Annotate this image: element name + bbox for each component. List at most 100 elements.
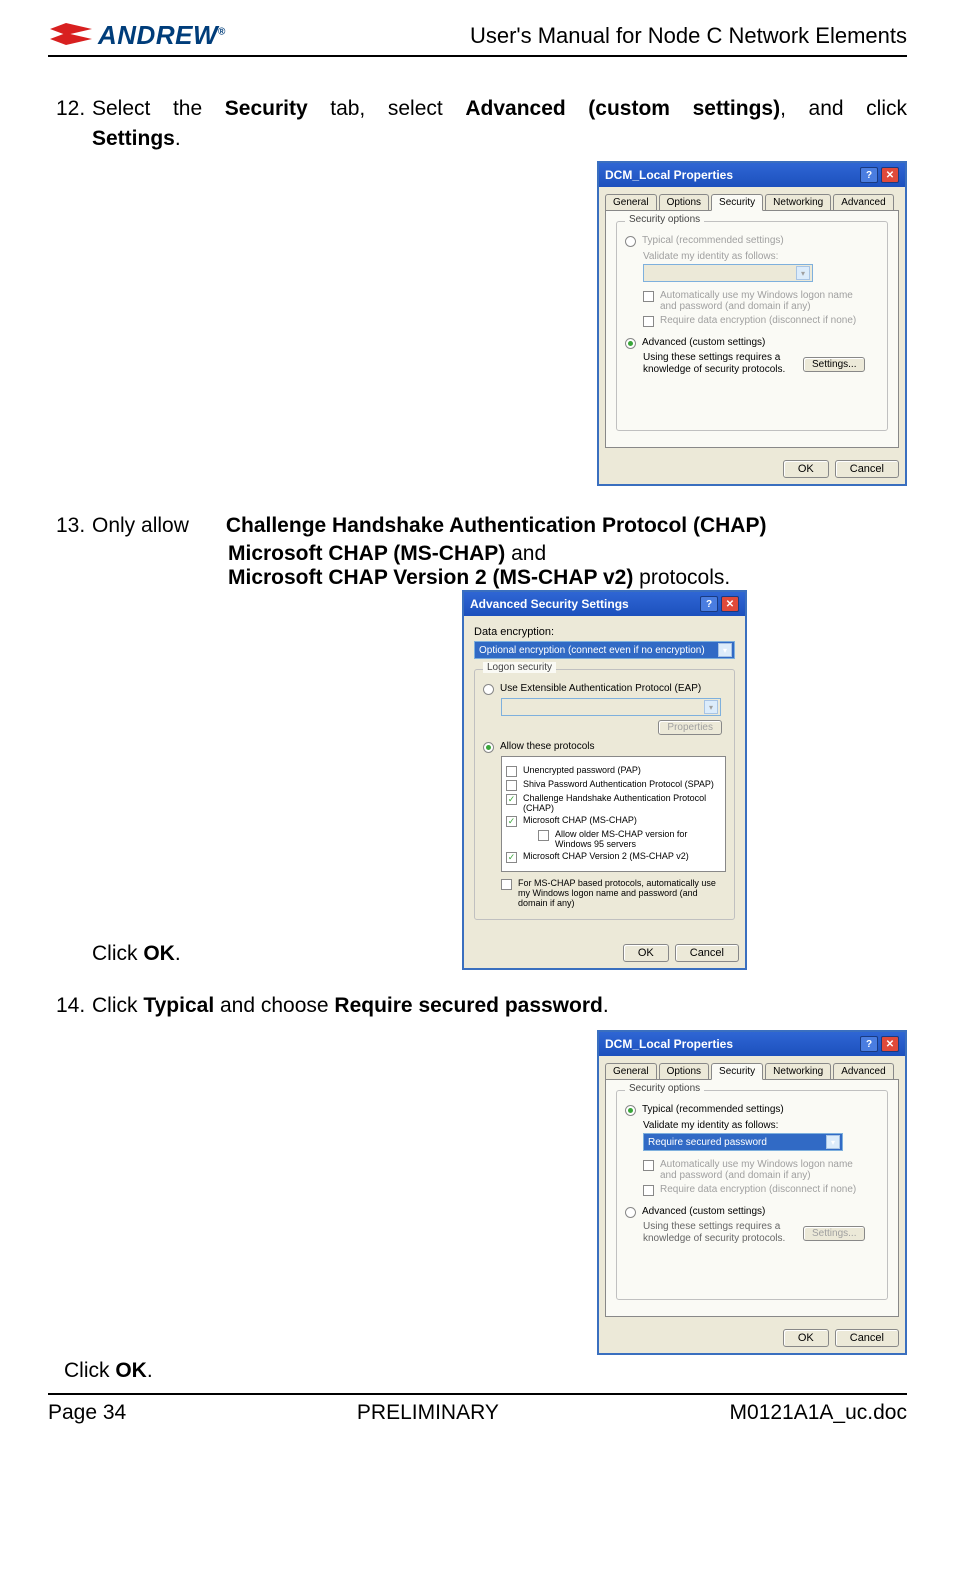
- bold-text: Typical: [143, 994, 214, 1017]
- group-label: Security options: [625, 214, 704, 225]
- close-icon[interactable]: ✕: [881, 1036, 899, 1052]
- text: Click: [92, 942, 143, 965]
- tab-security[interactable]: Security: [711, 1063, 763, 1080]
- radio-icon: [625, 1105, 636, 1116]
- chevron-down-icon: ▾: [704, 700, 718, 714]
- logo-text: ANDREW®: [98, 20, 226, 51]
- tab-panel: Security options Typical (recommended se…: [605, 210, 899, 448]
- bold-text: Microsoft CHAP Version 2 (MS-CHAP v2): [228, 566, 633, 589]
- help-icon[interactable]: ?: [860, 1036, 878, 1052]
- tab-panel: Security options Typical (recommended se…: [605, 1079, 899, 1317]
- group-label: Security options: [625, 1083, 704, 1094]
- checkbox-mschap-old[interactable]: Allow older MS-CHAP version for Windows …: [538, 829, 721, 849]
- chevron-down-icon: ▾: [718, 643, 732, 657]
- radio-icon: [483, 742, 494, 753]
- close-icon[interactable]: ✕: [881, 167, 899, 183]
- document-title: User's Manual for Node C Network Element…: [470, 23, 907, 49]
- radio-allow-protocols[interactable]: Allow these protocols: [483, 741, 726, 753]
- help-icon[interactable]: ?: [860, 167, 878, 183]
- screenshot-1-container: DCM_Local Properties ? ✕ General Options…: [56, 161, 907, 486]
- page-number: Page 34: [48, 1401, 126, 1425]
- text: .: [603, 994, 609, 1017]
- step-14: 14. Click Typical and choose Require sec…: [56, 994, 907, 1018]
- close-icon[interactable]: ✕: [721, 596, 739, 612]
- tab-security[interactable]: Security: [711, 194, 763, 211]
- bold-text: Challenge Handshake Authentication Proto…: [226, 514, 767, 537]
- label: Shiva Password Authentication Protocol (…: [523, 779, 714, 789]
- radio-advanced[interactable]: Advanced (custom settings): [625, 1206, 879, 1218]
- checkbox-icon: [643, 1185, 654, 1196]
- tab-networking[interactable]: Networking: [765, 1063, 831, 1080]
- cancel-button[interactable]: Cancel: [835, 1329, 899, 1347]
- advanced-security-dialog: Advanced Security Settings ? ✕ Data encr…: [462, 590, 747, 970]
- checkbox-mschap[interactable]: ✓ Microsoft CHAP (MS-CHAP): [506, 815, 721, 827]
- text: Click: [64, 1359, 115, 1382]
- text: Select the: [92, 97, 225, 120]
- cancel-button[interactable]: Cancel: [675, 944, 739, 962]
- radio-icon: [625, 236, 636, 247]
- titlebar-text: DCM_Local Properties: [605, 1037, 733, 1051]
- label: Advanced (custom settings): [642, 337, 765, 348]
- protocol-list: Unencrypted password (PAP) Shiva Passwor…: [501, 756, 726, 872]
- text: , and click: [780, 97, 907, 120]
- bold-text: OK: [143, 942, 175, 965]
- radio-icon: [625, 1207, 636, 1218]
- ok-button[interactable]: OK: [623, 944, 669, 962]
- label: Automatically use my Windows logon name …: [660, 1159, 860, 1181]
- label: Typical (recommended settings): [642, 1104, 784, 1115]
- advanced-note: Using these settings requires a knowledg…: [643, 1221, 793, 1245]
- tab-networking[interactable]: Networking: [765, 194, 831, 211]
- tab-options[interactable]: Options: [659, 194, 709, 211]
- step-body: Click Typical and choose Require secured…: [92, 994, 907, 1018]
- checkbox-pap[interactable]: Unencrypted password (PAP): [506, 765, 721, 777]
- checkbox-require-encryption[interactable]: Require data encryption (disconnect if n…: [643, 1184, 879, 1196]
- settings-button[interactable]: Settings...: [803, 357, 865, 372]
- label: Allow these protocols: [500, 741, 595, 752]
- radio-icon: [483, 684, 494, 695]
- step-number: 13.: [56, 514, 92, 538]
- tab-options[interactable]: Options: [659, 1063, 709, 1080]
- help-icon[interactable]: ?: [700, 596, 718, 612]
- click-ok-text: Click OK.: [56, 942, 181, 970]
- tab-general[interactable]: General: [605, 194, 657, 211]
- titlebar-text: Advanced Security Settings: [470, 597, 629, 611]
- checkbox-auto-logon[interactable]: Automatically use my Windows logon name …: [643, 1159, 879, 1181]
- label: Microsoft CHAP Version 2 (MS-CHAP v2): [523, 851, 689, 861]
- advanced-note: Using these settings requires a knowledg…: [643, 352, 793, 376]
- ok-button[interactable]: OK: [783, 460, 829, 478]
- settings-button: Settings...: [803, 1226, 865, 1241]
- bold-text: Advanced (custom settings): [465, 97, 780, 120]
- checkbox-mschapv2[interactable]: ✓ Microsoft CHAP Version 2 (MS-CHAP v2): [506, 851, 721, 863]
- titlebar: DCM_Local Properties ? ✕: [599, 163, 905, 187]
- text: tab, select: [308, 97, 466, 120]
- chevron-down-icon: ▾: [796, 266, 810, 280]
- radio-eap[interactable]: Use Extensible Authentication Protocol (…: [483, 683, 726, 695]
- logo-mark-icon: [48, 21, 94, 51]
- checkbox-require-encryption: Require data encryption (disconnect if n…: [643, 315, 879, 327]
- tab-advanced[interactable]: Advanced: [833, 194, 893, 211]
- tab-advanced[interactable]: Advanced: [833, 1063, 893, 1080]
- bold-text: Security: [225, 97, 308, 120]
- page-footer: Page 34 PRELIMINARY M0121A1A_uc.doc: [48, 1393, 907, 1425]
- radio-typical[interactable]: Typical (recommended settings): [625, 235, 879, 247]
- validate-label: Validate my identity as follows:: [643, 1120, 879, 1131]
- encryption-dropdown[interactable]: Optional encryption (connect even if no …: [474, 641, 735, 659]
- checkbox-icon: [506, 780, 517, 791]
- screenshot-3-container: DCM_Local Properties ? ✕ General Options…: [56, 1030, 907, 1355]
- text: .: [147, 1359, 153, 1382]
- tab-general[interactable]: General: [605, 1063, 657, 1080]
- step-body: Select the Security tab, select Advanced…: [92, 97, 907, 121]
- radio-typical[interactable]: Typical (recommended settings): [625, 1104, 879, 1116]
- checkbox-icon: ✓: [506, 816, 517, 827]
- checkbox-chap[interactable]: ✓ Challenge Handshake Authentication Pro…: [506, 793, 721, 813]
- bold-text: OK: [115, 1359, 147, 1382]
- step-13-row2: Click OK. Advanced Security Settings ? ✕…: [56, 590, 907, 970]
- logo: ANDREW®: [48, 20, 226, 51]
- checkbox-spap[interactable]: Shiva Password Authentication Protocol (…: [506, 779, 721, 791]
- cancel-button[interactable]: Cancel: [835, 460, 899, 478]
- checkbox-winlogon[interactable]: For MS-CHAP based protocols, automatical…: [501, 878, 726, 908]
- validate-dropdown[interactable]: Require secured password ▾: [643, 1133, 843, 1151]
- radio-advanced[interactable]: Advanced (custom settings): [625, 337, 879, 349]
- ok-button[interactable]: OK: [783, 1329, 829, 1347]
- button-row: OK Cancel: [464, 938, 745, 968]
